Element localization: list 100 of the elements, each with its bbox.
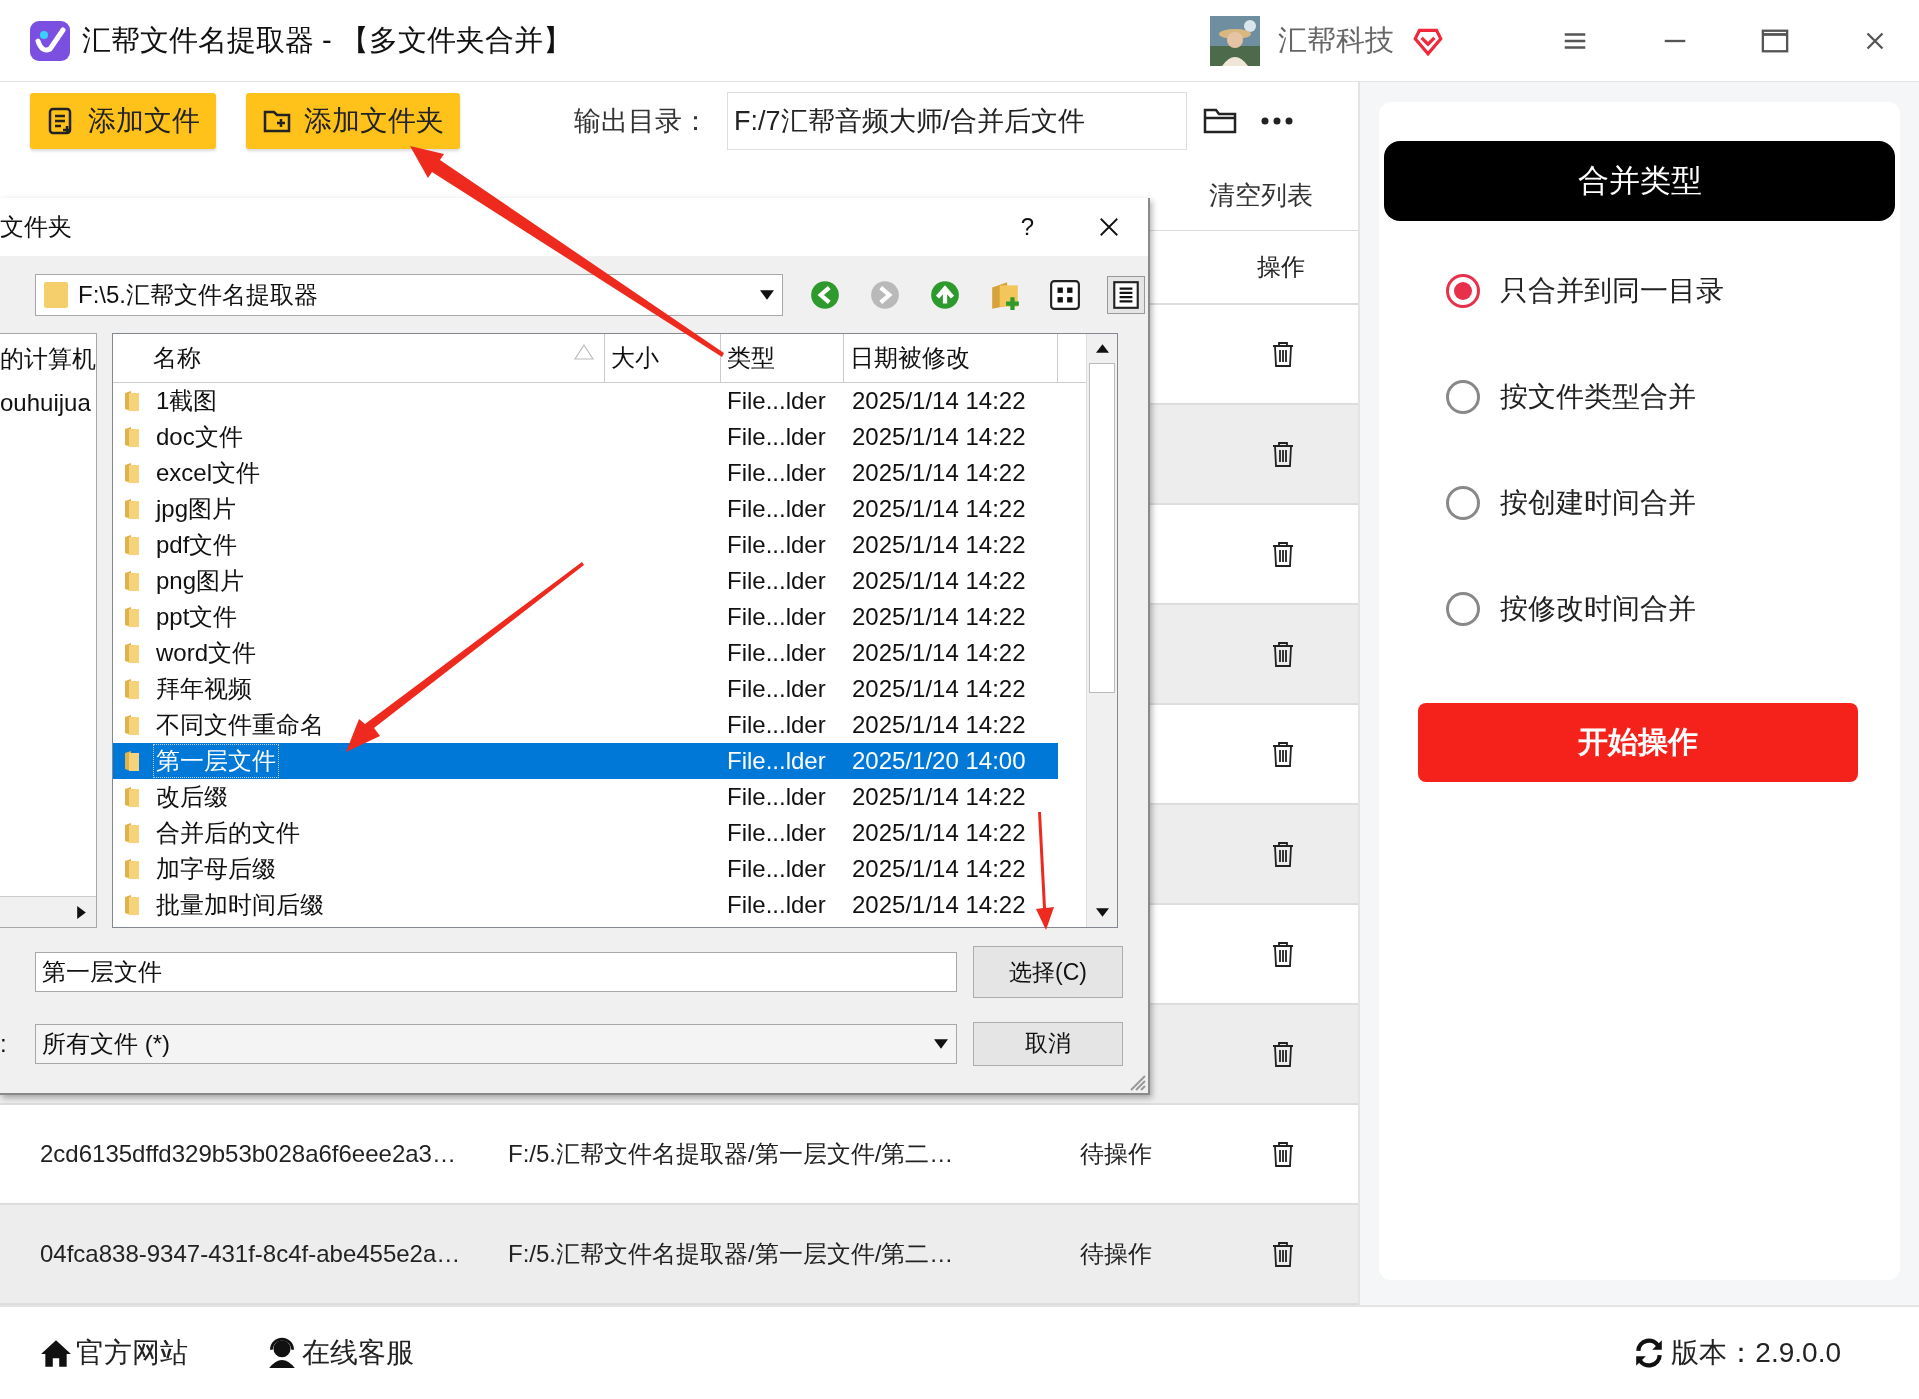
footer-link[interactable]: 在线客服 (266, 1334, 414, 1372)
trash-icon[interactable] (1271, 941, 1295, 967)
path-text: F:\5.汇帮文件名提取器 (78, 279, 319, 310)
table-cell-text: F:/5.汇帮文件名提取器/第一层文件/第二… (508, 1239, 955, 1269)
radio-button[interactable] (1446, 274, 1480, 308)
file-type-combo[interactable]: 所有文件 (*) (35, 1023, 957, 1064)
file-date: 2025/1/14 14:22 (851, 675, 1027, 703)
folder-icon (125, 751, 139, 771)
tree-item[interactable]: 的计算机 (0, 342, 96, 376)
filename-field[interactable]: 第一层文件 (35, 952, 957, 992)
file-type: File...lder (726, 855, 827, 883)
file-row[interactable]: 拜年视频 File...lder 2025/1/14 14:22 (113, 671, 1058, 707)
add-button[interactable]: 添加文件 (30, 93, 216, 149)
scroll-right-icon[interactable] (77, 905, 86, 919)
file-type: File...lder (726, 531, 827, 559)
start-button[interactable]: 开始操作 (1418, 703, 1858, 782)
help-button[interactable]: ? (1020, 213, 1034, 241)
select-button[interactable]: 选择(C) (973, 946, 1123, 998)
dropdown-icon[interactable] (934, 1038, 948, 1049)
trash-icon[interactable] (1271, 641, 1295, 667)
file-row[interactable]: excel文件 File...lder 2025/1/14 14:22 (113, 455, 1058, 491)
file-row[interactable]: jpg图片 File...lder 2025/1/14 14:22 (113, 491, 1058, 527)
table-cell-text: F:/5.汇帮文件名提取器/第一层文件/第二… (508, 1139, 955, 1169)
output-path-field[interactable]: F:/7汇帮音频大师/合并后文件 (727, 92, 1187, 150)
file-name: 不同文件重命名 (155, 710, 325, 740)
filter-label: : (0, 1029, 8, 1058)
folder-icon (125, 535, 139, 555)
status-cell-text: 待操作 (1080, 1139, 1153, 1169)
file-row[interactable]: 改后缀 File...lder 2025/1/14 14:22 (113, 779, 1058, 815)
trash-icon[interactable] (1271, 441, 1295, 467)
scroll-thumb[interactable] (1089, 363, 1116, 693)
file-name: 改后缀 (155, 782, 229, 812)
app-logo-icon (30, 20, 70, 61)
file-name: word文件 (155, 638, 258, 668)
option-label[interactable]: 只合并到同一目录 (1500, 272, 1724, 310)
clear-list-link[interactable]: 清空列表 (1209, 177, 1313, 213)
file-row[interactable]: pdf文件 File...lder 2025/1/14 14:22 (113, 527, 1058, 563)
list-view-icon[interactable] (1107, 275, 1145, 314)
folder-icon (125, 787, 139, 807)
file-row[interactable]: ppt文件 File...lder 2025/1/14 14:22 (113, 599, 1058, 635)
footer-link[interactable]: 官方网站 (40, 1334, 188, 1372)
close-icon[interactable] (1098, 216, 1120, 238)
tree-item[interactable]: ouhuijua (0, 386, 96, 420)
radio-button[interactable] (1446, 486, 1480, 520)
output-label: 输出目录： (574, 105, 709, 138)
add-button[interactable]: 添加文件夹 (246, 93, 460, 149)
option-label[interactable]: 按文件类型合并 (1500, 378, 1696, 416)
folder-icon (125, 859, 139, 879)
file-date: 2025/1/14 14:22 (851, 495, 1027, 523)
option-label[interactable]: 按创建时间合并 (1500, 484, 1696, 522)
file-type: File...lder (726, 459, 827, 487)
folder-icon (125, 607, 139, 627)
radio-button[interactable] (1446, 380, 1480, 414)
scroll-down-icon[interactable] (1095, 908, 1109, 917)
file-row[interactable]: png图片 File...lder 2025/1/14 14:22 (113, 563, 1058, 599)
file-row[interactable]: 不同文件重命名 File...lder 2025/1/14 14:22 (113, 707, 1058, 743)
file-date: 2025/1/14 14:22 (851, 855, 1027, 883)
trash-icon[interactable] (1271, 741, 1295, 767)
file-type: File...lder (726, 567, 827, 595)
column-header[interactable]: 名称 (113, 334, 605, 382)
dropdown-icon[interactable] (760, 289, 774, 300)
file-name: 批量加时间后缀 (155, 890, 325, 920)
file-date: 2025/1/14 14:22 (851, 387, 1027, 415)
file-date: 2025/1/14 14:22 (851, 567, 1027, 595)
scroll-up-icon[interactable] (1095, 344, 1109, 353)
vertical-scrollbar[interactable] (1086, 334, 1117, 927)
file-row[interactable]: 加字母后缀 File...lder 2025/1/14 14:22 (113, 851, 1058, 887)
trash-icon[interactable] (1271, 541, 1295, 567)
trash-icon[interactable] (1271, 341, 1295, 367)
folder-icon (125, 499, 139, 519)
file-date: 2025/1/20 14:00 (851, 747, 1027, 775)
trash-icon[interactable] (1271, 1241, 1295, 1267)
trash-icon[interactable] (1271, 841, 1295, 867)
file-row[interactable]: word文件 File...lder 2025/1/14 14:22 (113, 635, 1058, 671)
dialog-title: 文件夹 (0, 212, 72, 242)
file-name: ppt文件 (155, 602, 239, 632)
horizontal-scrollbar[interactable] (0, 896, 96, 927)
file-type: File...lder (726, 495, 827, 523)
file-row[interactable]: 第一层文件 File...lder 2025/1/20 14:00 (113, 743, 1058, 779)
file-row[interactable]: 批量加时间后缀 File...lder 2025/1/14 14:22 (113, 887, 1058, 923)
file-type: File...lder (726, 747, 827, 775)
folder-icon[interactable] (1203, 106, 1239, 136)
file-row[interactable]: 合并后的文件 File...lder 2025/1/14 14:22 (113, 815, 1058, 851)
option-label[interactable]: 按修改时间合并 (1500, 590, 1696, 628)
more-icon[interactable] (1261, 117, 1293, 125)
file-date: 2025/1/14 14:22 (851, 819, 1027, 847)
trash-icon[interactable] (1271, 1041, 1295, 1067)
path-combo[interactable]: F:\5.汇帮文件名提取器 (35, 273, 783, 316)
file-type: File...lder (726, 711, 827, 739)
file-name: excel文件 (155, 458, 262, 488)
radio-button[interactable] (1446, 592, 1480, 626)
trash-icon[interactable] (1271, 1141, 1295, 1167)
cancel-button[interactable]: 取消 (973, 1021, 1123, 1066)
folder-icon (125, 427, 139, 447)
file-date: 2025/1/14 14:22 (851, 639, 1027, 667)
file-row[interactable]: 1截图 File...lder 2025/1/14 14:22 (113, 383, 1058, 419)
file-row[interactable]: doc文件 File...lder 2025/1/14 14:22 (113, 419, 1058, 455)
folder-icon (125, 679, 139, 699)
file-date: 2025/1/14 14:22 (851, 423, 1027, 451)
column-header[interactable]: 日期被修改 (844, 334, 1058, 382)
